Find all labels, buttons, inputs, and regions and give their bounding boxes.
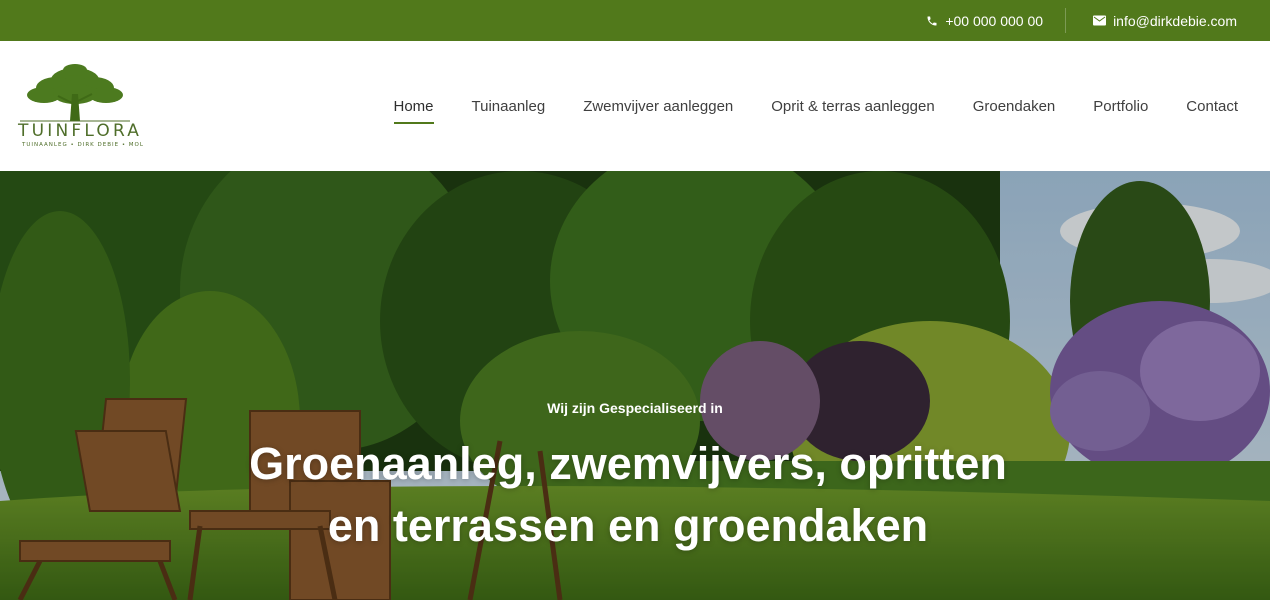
hero-headline-line-1: Groenaanleg, zwemvijvers, opritten <box>249 438 1007 489</box>
logo[interactable]: TUINFLORA TUINAANLEG • DIRK DEBIE • MOL <box>16 64 166 152</box>
logo-brand: TUINFLORA <box>18 121 143 141</box>
phone-number: +00 000 000 00 <box>945 12 1044 29</box>
nav-item-home[interactable]: Home <box>393 98 434 124</box>
nav-item-groendaken[interactable]: Groendaken <box>973 98 1056 115</box>
nav-item-portfolio[interactable]: Portfolio <box>1093 98 1148 115</box>
nav-item-oprit-terras[interactable]: Oprit & terras aanleggen <box>771 98 934 115</box>
nav-item-tuinaanleg[interactable]: Tuinaanleg <box>472 98 546 115</box>
email-address: info@dirkdebie.com <box>1113 12 1237 29</box>
phone-icon <box>926 15 938 27</box>
phone-link[interactable]: +00 000 000 00 <box>904 0 1065 41</box>
hero-headline: Groenaanleg, zwemvijvers, opritten en te… <box>0 433 1256 557</box>
nav-item-contact[interactable]: Contact <box>1186 98 1238 115</box>
hero-banner: Wij zijn Gespecialiseerd in Groenaanleg,… <box>0 171 1270 600</box>
main-nav: Home Tuinaanleg Zwemvijver aanleggen Opr… <box>356 41 1238 171</box>
hero-headline-line-2: en terrassen en groendaken <box>327 500 929 551</box>
top-bar: +00 000 000 00 info@dirkdebie.com <box>0 0 1270 41</box>
email-link[interactable]: info@dirkdebie.com <box>1066 0 1270 41</box>
site-header: TUINFLORA TUINAANLEG • DIRK DEBIE • MOL … <box>0 41 1270 171</box>
tree-icon <box>20 64 130 127</box>
logo-tagline: TUINAANLEG • DIRK DEBIE • MOL <box>22 142 144 148</box>
hero-kicker: Wij zijn Gespecialiseerd in <box>547 400 723 416</box>
envelope-icon <box>1093 15 1107 26</box>
nav-item-zwemvijver[interactable]: Zwemvijver aanleggen <box>583 98 733 115</box>
